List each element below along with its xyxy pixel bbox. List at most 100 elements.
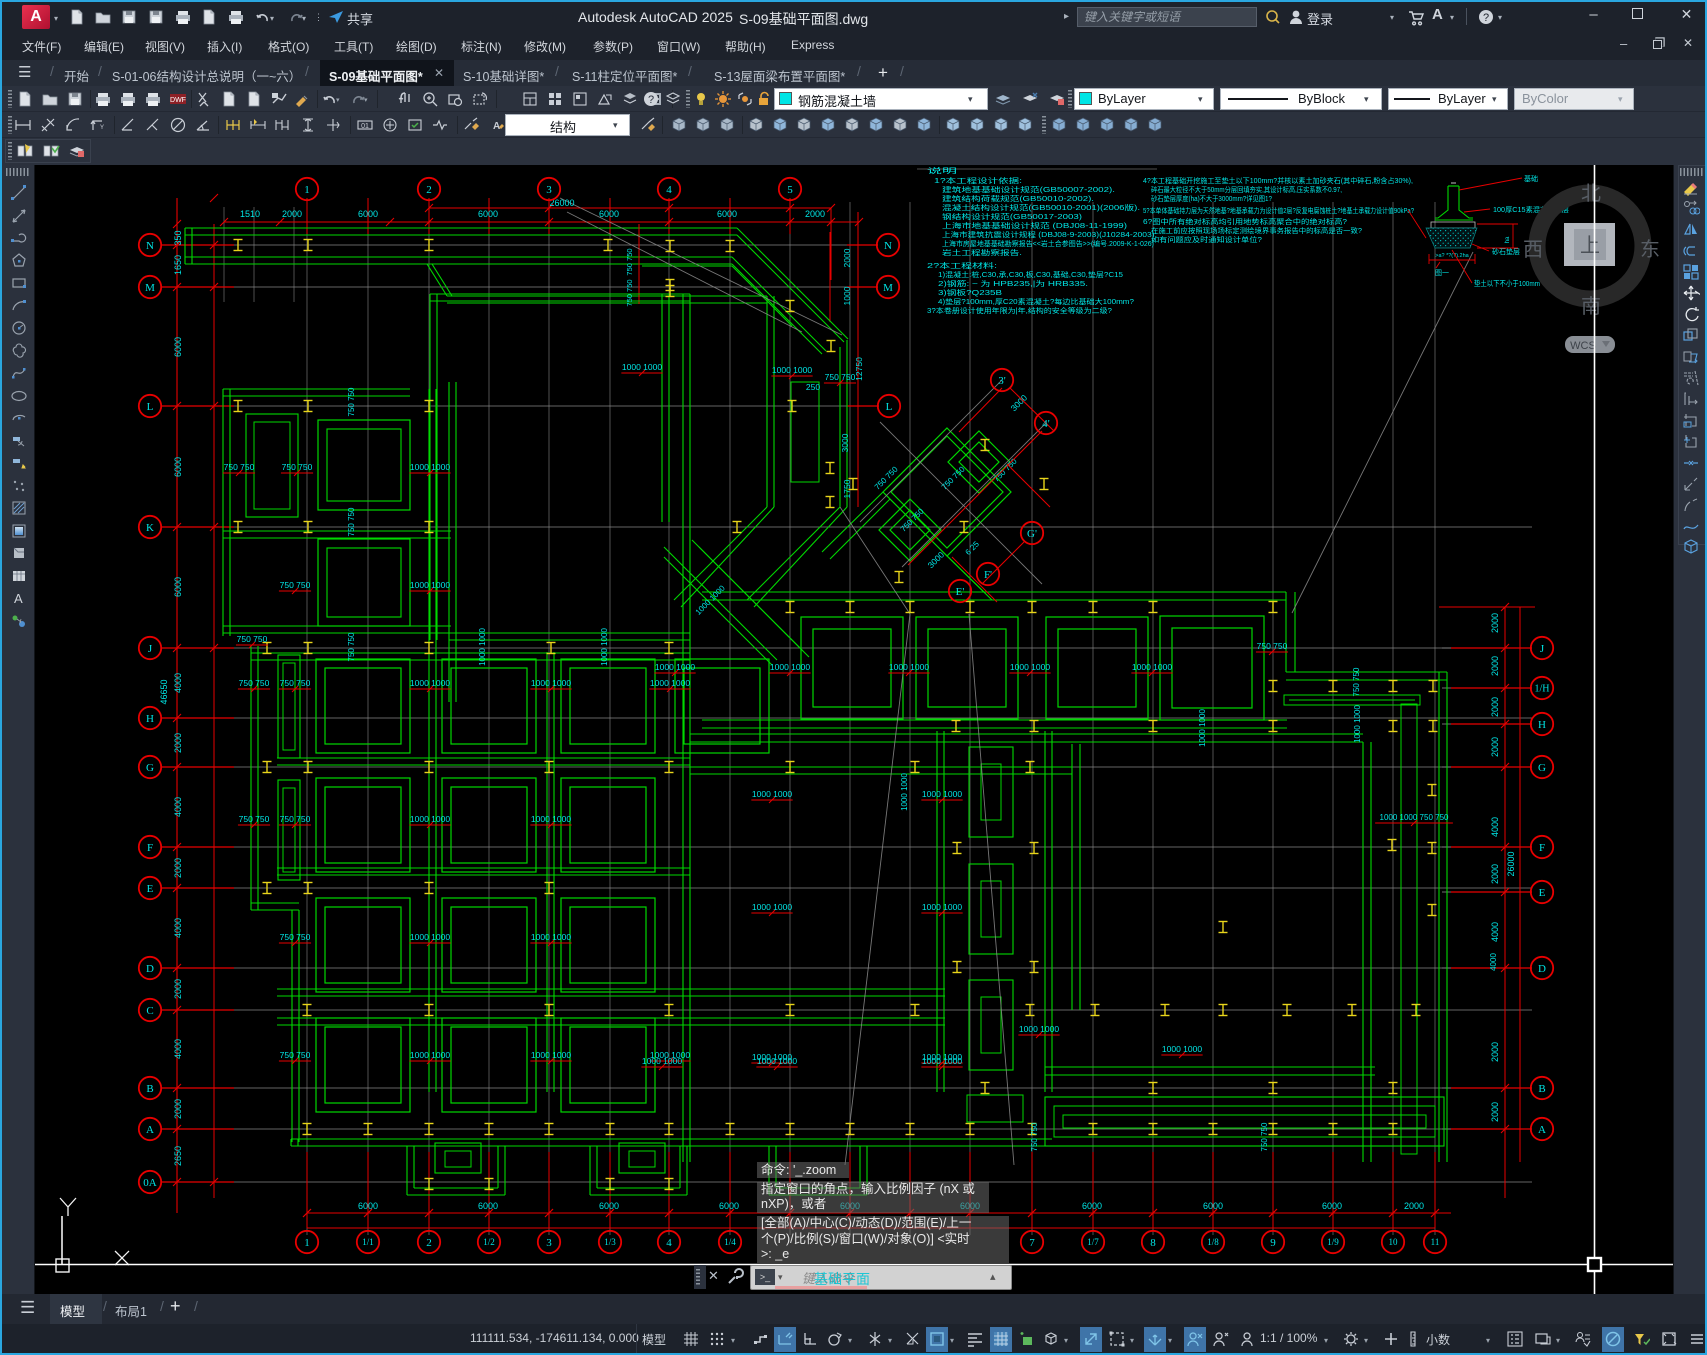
svg-text:1000 1000: 1000 1000 xyxy=(410,814,450,824)
svg-text:G: G xyxy=(146,762,154,774)
svg-text:WCS: WCS xyxy=(1570,340,1596,352)
svg-text:北: 北 xyxy=(1581,182,1601,205)
svg-text:1/3: 1/3 xyxy=(604,1237,616,1247)
svg-text:上海市房屋地基基础勘察报告<<岩土合参图告>>(编号.200: 上海市房屋地基基础勘察报告<<岩土合参图告>>(编号.2009-K-1-026) xyxy=(942,239,1154,248)
svg-text:6000: 6000 xyxy=(173,457,183,477)
svg-text:D: D xyxy=(1538,963,1546,975)
svg-text:M: M xyxy=(145,282,155,294)
svg-text:钢结构设计规范(GB50017-2003): 钢结构设计规范(GB50017-2003) xyxy=(942,212,1082,221)
svg-text:1000: 1000 xyxy=(842,286,852,305)
svg-text:上: 上 xyxy=(1580,234,1600,257)
svg-text:2000: 2000 xyxy=(1490,1042,1500,1062)
svg-text:4000: 4000 xyxy=(1489,953,1498,971)
svg-text:1000 1000: 1000 1000 xyxy=(922,789,962,799)
svg-text:750 750: 750 750 xyxy=(1352,667,1361,696)
svg-text:图一: 图一 xyxy=(1435,269,1449,277)
svg-text:1/8: 1/8 xyxy=(1207,1237,1219,1247)
svg-text:750 750: 750 750 xyxy=(280,580,311,590)
svg-text:750 750: 750 750 xyxy=(625,279,634,306)
svg-text:1000 1000: 1000 1000 xyxy=(531,678,571,688)
svg-text:2000: 2000 xyxy=(282,209,302,219)
svg-text:?: ? xyxy=(648,94,654,106)
svg-text:如有问题应及时通知设计单位?: 如有问题应及时通知设计单位? xyxy=(1151,235,1262,244)
svg-text:1000 1000: 1000 1000 xyxy=(889,662,929,672)
svg-text:6 25: 6 25 xyxy=(964,539,982,557)
svg-text:H: H xyxy=(1538,719,1546,731)
svg-text:1000 1000: 1000 1000 xyxy=(478,628,487,666)
svg-text:3: 3 xyxy=(546,1237,552,1249)
svg-text:K: K xyxy=(146,522,154,534)
svg-text:DWF: DWF xyxy=(170,97,186,104)
svg-text:东: 东 xyxy=(1640,238,1660,261)
svg-text:C: C xyxy=(146,1005,153,1017)
svg-text:01: 01 xyxy=(361,123,369,130)
svg-text:750 750: 750 750 xyxy=(239,678,270,688)
svg-text:南: 南 xyxy=(1581,295,1601,318)
svg-text:E: E xyxy=(1539,887,1546,899)
svg-text:10: 10 xyxy=(1389,1237,1399,1247)
svg-text:2000: 2000 xyxy=(842,248,852,267)
svg-text:8: 8 xyxy=(1150,1237,1156,1249)
svg-text:750 750: 750 750 xyxy=(224,462,255,472)
svg-text:3)钢板?Q235B: 3)钢板?Q235B xyxy=(938,288,1002,297)
svg-text:6000: 6000 xyxy=(717,209,737,219)
svg-text:5: 5 xyxy=(787,184,793,196)
svg-text:1000 1000: 1000 1000 xyxy=(622,362,662,372)
svg-text:碎石最大粒径不大于50mm分层回填夯实,其设计标高,压实系数: 碎石最大粒径不大于50mm分层回填夯实,其设计标高,压实系数不0.97, xyxy=(1151,185,1342,194)
svg-text:1650: 1650 xyxy=(173,255,183,275)
svg-text:3': 3' xyxy=(998,375,1006,387)
svg-text:750 750: 750 750 xyxy=(280,1050,311,1060)
svg-text:1000 1000: 1000 1000 xyxy=(410,932,450,942)
svg-text:4000: 4000 xyxy=(173,673,183,693)
svg-text:L: L xyxy=(147,401,154,413)
svg-text:G: G xyxy=(1538,762,1546,774)
svg-text:1000 1000: 1000 1000 xyxy=(1019,1024,1059,1034)
svg-text:2650: 2650 xyxy=(173,1146,183,1166)
svg-text:F: F xyxy=(147,842,153,854)
svg-text:1750: 1750 xyxy=(842,479,852,498)
svg-text:6000: 6000 xyxy=(358,1201,378,1211)
svg-text:G': G' xyxy=(1027,528,1037,540)
svg-text:6000: 6000 xyxy=(358,209,378,219)
svg-text:F: F xyxy=(1539,842,1545,854)
svg-text:1000 1000: 1000 1000 xyxy=(410,1050,450,1060)
svg-text:750 750: 750 750 xyxy=(280,678,311,688)
svg-text:0A: 0A xyxy=(143,1177,157,1189)
svg-text:1000 1000: 1000 1000 xyxy=(410,678,450,688)
svg-text:750 750: 750 750 xyxy=(347,507,356,536)
svg-text:砂石垫层: 砂石垫层 xyxy=(1492,247,1520,256)
svg-text:1000 1000: 1000 1000 xyxy=(922,902,962,912)
svg-text:ha: ha xyxy=(1505,236,1511,243)
svg-text:H: H xyxy=(146,713,154,725)
svg-text:A: A xyxy=(493,121,500,132)
svg-text:1000 1000: 1000 1000 xyxy=(900,773,909,811)
svg-text:6000: 6000 xyxy=(478,209,498,219)
svg-text:4000: 4000 xyxy=(173,797,183,817)
svg-text:750 750: 750 750 xyxy=(825,372,856,382)
svg-text:6?图中所有绝对标高均引用地势标高聚合中的绝对标高?: 6?图中所有绝对标高均引用地势标高聚合中的绝对标高? xyxy=(1143,217,1347,226)
svg-text:250: 250 xyxy=(806,382,820,392)
svg-text:750 750: 750 750 xyxy=(280,932,311,942)
svg-text:E: E xyxy=(147,883,154,895)
svg-text:750 750: 750 750 xyxy=(940,464,967,491)
svg-text:750 750: 750 750 xyxy=(899,506,926,533)
svg-text:上海市建筑抗震设计规程 (DBJ08-9-2003)(J10: 上海市建筑抗震设计规程 (DBJ08-9-2003)(J10284-2003): xyxy=(942,230,1157,239)
svg-text:46650: 46650 xyxy=(159,679,169,704)
svg-text:1000 1000: 1000 1000 xyxy=(650,678,690,688)
svg-text:Y: Y xyxy=(100,125,104,131)
svg-text:6000: 6000 xyxy=(173,577,183,597)
svg-text:建筑地基基础设计规范(GB50007-2002).: 建筑地基基础设计规范(GB50007-2002). xyxy=(942,185,1115,194)
svg-text:2000: 2000 xyxy=(1490,1102,1500,1122)
svg-text:2000: 2000 xyxy=(1490,613,1500,633)
svg-text:1/9: 1/9 xyxy=(1327,1237,1339,1247)
svg-text:4?本工程基础开挖施工至垫土以下100mm?并核以素土加砂夹: 4?本工程基础开挖施工至垫土以下100mm?并核以素土加砂夹石(其中碎石,粉含占… xyxy=(1143,176,1413,185)
svg-text:3: 3 xyxy=(546,184,552,196)
svg-text:4: 4 xyxy=(666,184,672,196)
svg-text:N: N xyxy=(884,240,892,252)
svg-text:1000 1000: 1000 1000 xyxy=(410,580,450,590)
svg-text:3000: 3000 xyxy=(840,433,850,452)
svg-text:A: A xyxy=(14,591,23,606)
svg-text:750 750: 750 750 xyxy=(992,456,1019,483)
svg-text:2000: 2000 xyxy=(1490,737,1500,757)
svg-text:4: 4 xyxy=(666,1237,672,1249)
